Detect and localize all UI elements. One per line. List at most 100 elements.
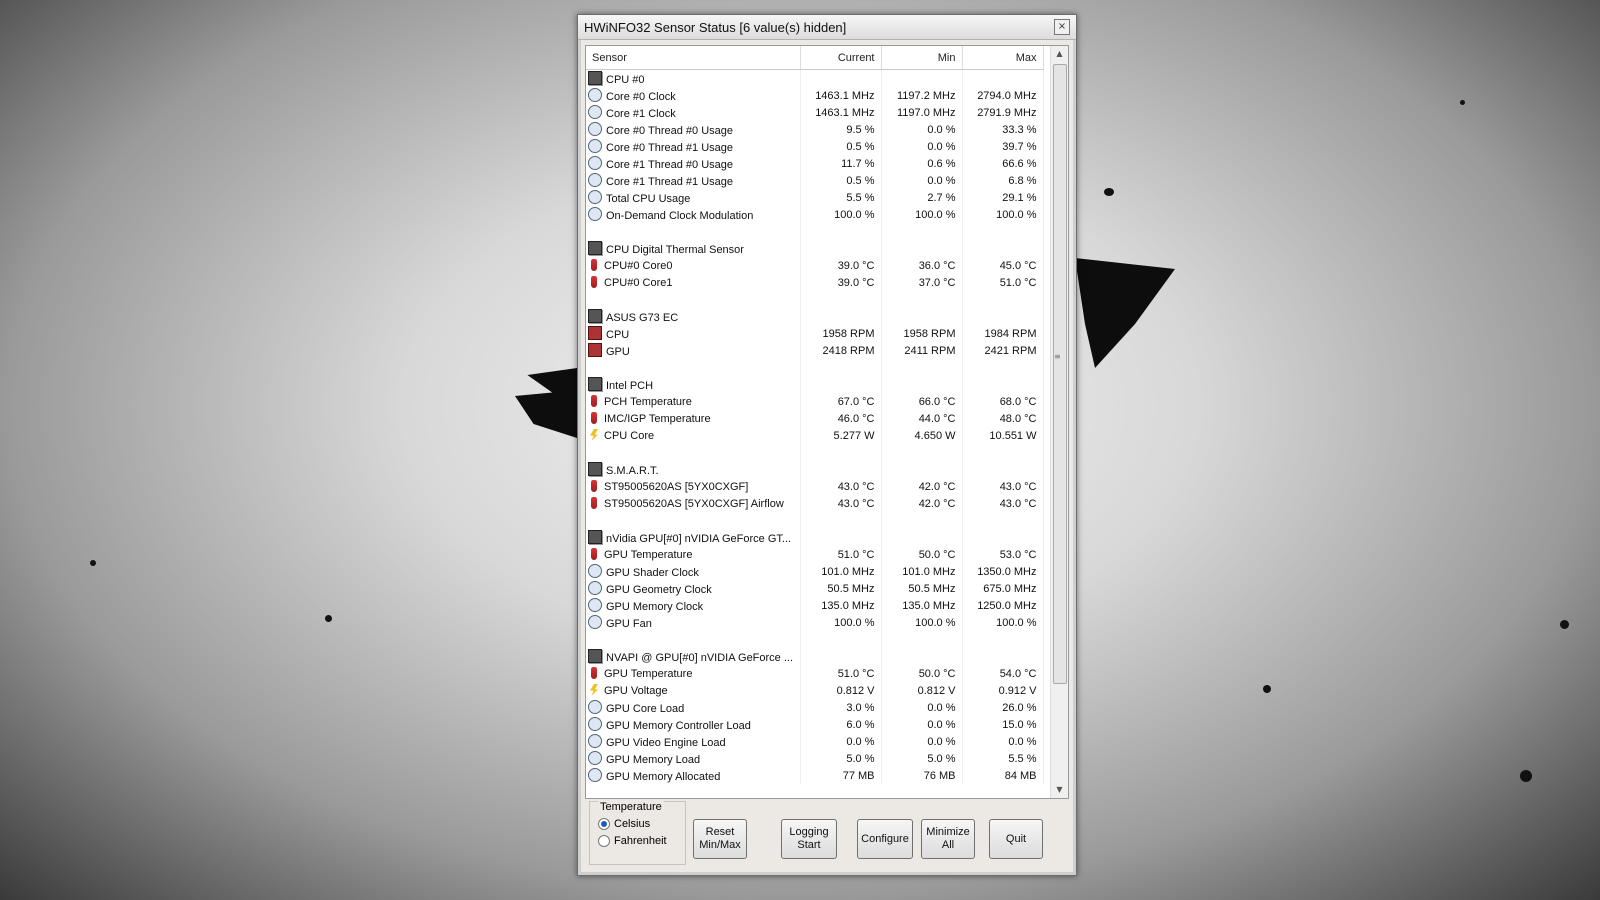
fahrenheit-label: Fahrenheit — [614, 835, 667, 847]
sensor-name: Core #0 Thread #0 Usage — [606, 125, 733, 137]
sensor-grid[interactable]: Sensor Current Min Max CPU #0 Core #0 Clo… — [585, 45, 1069, 799]
scroll-up-arrow-icon[interactable]: ▲ — [1051, 46, 1068, 62]
scroll-down-arrow-icon[interactable]: ▼ — [1051, 782, 1068, 798]
sensor-group-row[interactable]: CPU Digital Thermal Sensor — [586, 240, 1044, 257]
sensor-min-value: 0.812 V — [881, 682, 963, 699]
sensor-name-cell: Core #1 Clock — [586, 104, 801, 121]
sensor-name-cell: CPU Digital Thermal Sensor — [586, 240, 801, 257]
wallpaper-splat — [1520, 770, 1532, 782]
sensor-row[interactable]: ST95005620AS [5YX0CXGF] Airflow 43.0 °C 42… — [586, 495, 1044, 512]
sensor-min-value: 2.7 % — [881, 189, 963, 206]
sensor-max-value: 675.0 MHz — [962, 580, 1044, 597]
sensor-row[interactable]: Core #1 Clock 1463.1 MHz 1197.0 MHz 2791.9 … — [586, 104, 1044, 121]
sensor-row[interactable]: GPU 2418 RPM 2411 RPM 2421 RPM — [586, 342, 1044, 359]
sensor-max-value: 43.0 °C — [962, 495, 1044, 512]
sensor-row[interactable]: GPU Geometry Clock 50.5 MHz 50.5 MHz 675.0 … — [586, 580, 1044, 597]
blank-cell — [800, 359, 882, 376]
sensor-max-value: 10.551 W — [962, 427, 1044, 444]
minimize-all-button[interactable]: Minimize All — [921, 819, 975, 859]
chip-icon — [588, 462, 602, 476]
sensor-min-value — [881, 308, 963, 325]
sensor-row[interactable]: CPU#0 Core0 39.0 °C 36.0 °C 45.0 °C — [586, 257, 1044, 274]
sensor-row[interactable]: PCH Temperature 67.0 °C 66.0 °C 68.0 °C — [586, 393, 1044, 410]
sensor-row[interactable]: CPU Core 5.277 W 4.650 W 10.551 W — [586, 427, 1044, 444]
sensor-row[interactable]: Total CPU Usage 5.5 % 2.7 % 29.1 % — [586, 189, 1044, 206]
quit-button[interactable]: Quit — [989, 819, 1043, 859]
chip-icon — [588, 530, 602, 544]
vertical-scrollbar[interactable]: ▲ ≡ ▼ — [1050, 46, 1068, 798]
sensor-row[interactable]: GPU Core Load 3.0 % 0.0 % 26.0 % — [586, 699, 1044, 716]
column-header-sensor[interactable]: Sensor — [586, 46, 801, 70]
sensor-name: CPU Core — [604, 430, 655, 442]
sensor-row[interactable]: ST95005620AS [5YX0CXGF] 43.0 °C 42.0 °C 43.… — [586, 478, 1044, 495]
sensor-name: CPU#0 Core0 — [604, 260, 673, 272]
sensor-row[interactable]: GPU Memory Controller Load 6.0 % 0.0 % 15.0… — [586, 716, 1044, 733]
sensor-row[interactable]: On-Demand Clock Modulation 100.0 % 100.0 %… — [586, 206, 1044, 223]
logging-start-button[interactable]: Logging Start — [781, 819, 837, 859]
sensor-min-value — [881, 461, 963, 478]
scrollbar-thumb[interactable] — [1053, 64, 1067, 684]
sensor-row[interactable]: GPU Fan 100.0 % 100.0 % 100.0 % — [586, 614, 1044, 631]
sensor-name-cell: Intel PCH — [586, 376, 801, 393]
sensor-row[interactable]: Core #0 Clock 1463.1 MHz 1197.2 MHz 2794.0 … — [586, 87, 1044, 104]
sensor-max-value — [962, 308, 1044, 325]
sensor-max-value: 1984 RPM — [962, 325, 1044, 342]
sensor-max-value: 45.0 °C — [962, 257, 1044, 274]
sensor-name-cell: PCH Temperature — [586, 393, 801, 410]
sensor-current-value: 46.0 °C — [800, 410, 882, 427]
wallpaper-splat — [1460, 100, 1465, 105]
sensor-max-value: 1350.0 MHz — [962, 563, 1044, 580]
configure-button[interactable]: Configure — [857, 819, 913, 859]
sensor-row[interactable]: Core #1 Thread #1 Usage 0.5 % 0.0 % 6.8 % — [586, 172, 1044, 189]
sensor-row[interactable]: GPU Memory Load 5.0 % 5.0 % 5.5 % — [586, 750, 1044, 767]
sensor-group-row[interactable]: Intel PCH — [586, 376, 1044, 393]
sensor-row[interactable]: GPU Temperature 51.0 °C 50.0 °C 54.0 °C — [586, 665, 1044, 682]
sensor-min-value — [881, 529, 963, 546]
sensor-group-row[interactable]: S.M.A.R.T. — [586, 461, 1044, 478]
sensor-group-row[interactable]: ASUS G73 EC — [586, 308, 1044, 325]
sensor-group-row[interactable]: nVidia GPU[#0] nVIDIA GeForce GT... — [586, 529, 1044, 546]
celsius-radio[interactable]: Celsius — [598, 818, 650, 830]
sensor-min-value — [881, 240, 963, 257]
sensor-name-cell: ST95005620AS [5YX0CXGF] — [586, 478, 801, 495]
reset-min-max-button[interactable]: Reset Min/Max — [693, 819, 747, 859]
sensor-name-cell: nVidia GPU[#0] nVIDIA GeForce GT... — [586, 529, 801, 546]
sensor-row[interactable]: CPU 1958 RPM 1958 RPM 1984 RPM — [586, 325, 1044, 342]
sensor-row[interactable]: CPU#0 Core1 39.0 °C 37.0 °C 51.0 °C — [586, 274, 1044, 291]
sensor-row[interactable]: Core #0 Thread #1 Usage 0.5 % 0.0 % 39.7 % — [586, 138, 1044, 155]
close-button[interactable]: × — [1054, 19, 1070, 35]
sensor-row[interactable]: IMC/IGP Temperature 46.0 °C 44.0 °C 48.0 °C — [586, 410, 1044, 427]
column-header-max[interactable]: Max — [962, 46, 1044, 70]
sensor-name-cell: Core #0 Thread #1 Usage — [586, 138, 801, 155]
sensor-max-value: 5.5 % — [962, 750, 1044, 767]
column-header-min[interactable]: Min — [881, 46, 963, 70]
column-header-current[interactable]: Current — [800, 46, 882, 70]
sensor-min-value: 0.0 % — [881, 716, 963, 733]
sensor-row[interactable]: GPU Video Engine Load 0.0 % 0.0 % 0.0 % — [586, 733, 1044, 750]
title-bar[interactable]: HWiNFO32 Sensor Status [6 value(s) hidde… — [578, 15, 1076, 40]
celsius-radio-dot[interactable] — [598, 818, 610, 830]
sensor-row[interactable]: Core #0 Thread #0 Usage 9.5 % 0.0 % 33.3 % — [586, 121, 1044, 138]
sensor-group-row[interactable]: CPU #0 — [586, 69, 1044, 87]
fahrenheit-radio-dot[interactable] — [598, 835, 610, 847]
sensor-row[interactable]: GPU Memory Clock 135.0 MHz 135.0 MHz 1250.0… — [586, 597, 1044, 614]
thermometer-icon — [591, 667, 597, 679]
sensor-name: Intel PCH — [606, 380, 654, 392]
blank-row — [586, 512, 1044, 529]
blank-cell — [586, 291, 801, 308]
wallpaper-splat — [325, 615, 332, 622]
sensor-row[interactable]: GPU Memory Allocated 77 MB 76 MB 84 MB — [586, 767, 1044, 784]
sensor-row[interactable]: GPU Shader Clock 101.0 MHz 101.0 MHz 1350.0… — [586, 563, 1044, 580]
sensor-row[interactable]: GPU Temperature 51.0 °C 50.0 °C 53.0 °C — [586, 546, 1044, 563]
fan-icon — [588, 326, 602, 340]
sensor-name: PCH Temperature — [604, 396, 692, 408]
sensor-group-row[interactable]: NVAPI @ GPU[#0] nVIDIA GeForce ... — [586, 648, 1044, 665]
sensor-row[interactable]: Core #1 Thread #0 Usage 11.7 % 0.6 % 66.6 % — [586, 155, 1044, 172]
sensor-min-value: 0.0 % — [881, 172, 963, 189]
sensor-row[interactable]: GPU Voltage 0.812 V 0.812 V 0.912 V — [586, 682, 1044, 699]
sensor-current-value: 100.0 % — [800, 206, 882, 223]
fahrenheit-radio[interactable]: Fahrenheit — [598, 835, 667, 847]
sensor-name: GPU Memory Clock — [606, 601, 704, 613]
clock-icon — [588, 581, 602, 595]
sensor-current-value: 67.0 °C — [800, 393, 882, 410]
